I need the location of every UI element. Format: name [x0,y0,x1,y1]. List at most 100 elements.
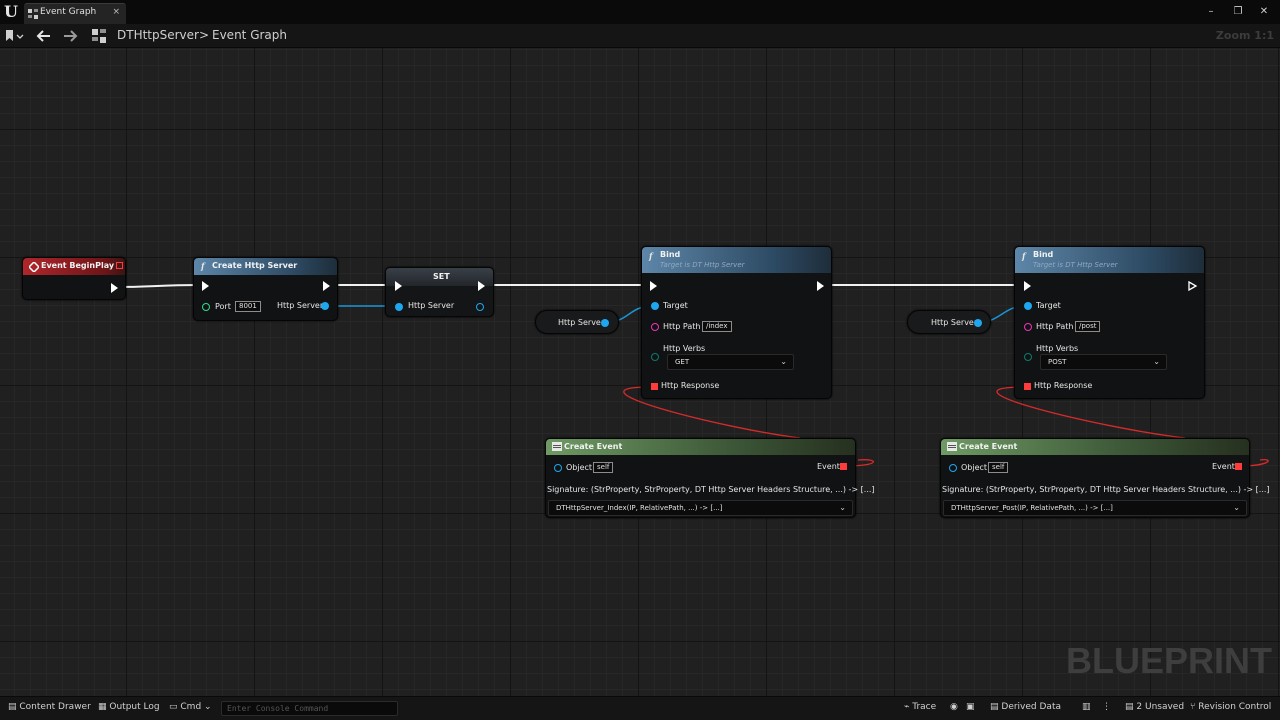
signature-text: Signature: (StrProperty, StrProperty, DT… [942,485,1270,494]
http-path-input-pin[interactable] [651,323,659,331]
graph-canvas[interactable]: Event BeginPlay f Create Http Server Por… [0,48,1280,696]
maximize-button[interactable]: ❐ [1230,4,1246,20]
forward-arrow-icon[interactable] [62,27,78,45]
exec-wire [117,284,201,288]
title-bar: U Event Graph × – ❐ ✕ [0,0,1280,24]
tab-label: Event Graph [40,7,97,17]
object-input-pin[interactable] [949,464,957,472]
cmd-dropdown-button[interactable]: ▭ Cmd ⌄ [169,702,212,712]
object-value-field[interactable]: self [593,462,614,473]
object-input-pin[interactable] [554,464,562,472]
unsaved-button[interactable]: ▤ 2 Unsaved [1125,702,1184,712]
function-select-dropdown[interactable]: DTHttpServer_Post(IP, RelativePath, ...)… [943,500,1247,516]
set-node[interactable]: SET Http Server [385,267,494,317]
function-select-value: DTHttpServer_Post(IP, RelativePath, ...)… [951,504,1113,512]
http-response-input-pin[interactable] [651,383,658,390]
record-icon[interactable]: ◉ [950,702,958,712]
event-output-pin[interactable] [1235,463,1242,470]
content-drawer-button[interactable]: ▤ Content Drawer [8,702,91,712]
http-response-input-pin[interactable] [1024,383,1031,390]
http-verbs-input-pin[interactable] [1024,353,1032,361]
event-beginplay-node[interactable]: Event BeginPlay [22,257,126,300]
back-arrow-icon[interactable] [36,27,52,45]
create-http-server-node[interactable]: f Create Http Server Port 8001 Http Serv… [193,257,338,321]
node-title: Create Http Server [212,261,298,270]
create-event-node[interactable]: Create Event Object self Event Signature… [940,438,1270,518]
more-options-icon[interactable]: ⋮ [1102,702,1111,712]
bind-node[interactable]: f Bind Target is DT Http Server Target H… [641,246,832,399]
variable-output-pin[interactable] [601,319,609,327]
http-server-output-pin[interactable] [321,302,329,310]
http-server-variable-node[interactable]: Http Server [535,310,619,334]
exec-input-pin[interactable] [202,281,209,291]
bookmark-icon [6,30,24,41]
bookmark-menu-button[interactable] [5,27,25,45]
bind-node[interactable]: f Bind Target is DT Http Server Target H… [1014,246,1205,399]
unreal-logo-icon[interactable]: U [4,3,20,21]
breadcrumb-blueprint[interactable]: DTHttpServer [117,28,199,42]
http-verbs-input-pin[interactable] [651,353,659,361]
revision-control-button[interactable]: ⑂ Revision Control [1190,702,1271,712]
event-icon [29,262,39,272]
output-log-button[interactable]: ▦ Output Log [98,702,160,712]
exec-output-pin[interactable] [111,283,118,293]
target-input-pin[interactable] [1024,302,1032,310]
http-verbs-dropdown[interactable]: POST ⌄ [1040,354,1167,370]
tab-event-graph[interactable]: Event Graph × [24,3,126,24]
screenshot-icon[interactable]: ▣ [966,702,975,712]
node-title: Bind [1033,250,1054,259]
http-path-field[interactable]: /post [1075,321,1101,332]
http-server-output-label: Http Server [277,301,324,310]
http-server-variable-node[interactable]: Http Server [907,310,991,334]
revision-control-icon: ⑂ [1190,702,1196,712]
function-select-dropdown[interactable]: DTHttpServer_Index(IP, RelativePath, ...… [548,500,853,516]
http-path-input-pin[interactable] [1024,323,1032,331]
trace-button[interactable]: ⌁ Trace [904,702,936,712]
tab-close-icon[interactable]: × [112,7,120,17]
graph-icon [28,9,38,19]
node-title: SET [433,272,450,281]
chevron-down-icon: ⌄ [204,702,212,712]
derived-data-button[interactable]: ▤ Derived Data [990,702,1061,712]
http-response-label: Http Response [1034,381,1093,390]
http-verbs-dropdown[interactable]: GET ⌄ [667,354,794,370]
variable-output-pin[interactable] [974,319,982,327]
delegate-output-pin[interactable] [116,262,123,269]
trace-icon: ⌁ [904,702,910,712]
content-drawer-label: Content Drawer [19,702,91,712]
chevron-down-icon: ⌄ [1233,503,1240,512]
port-input-pin[interactable] [202,303,210,311]
event-graph-icon [552,442,562,451]
port-value-field[interactable]: 8001 [235,301,261,312]
exec-input-pin[interactable] [395,281,402,291]
http-server-output-pin[interactable] [476,303,484,311]
close-window-button[interactable]: ✕ [1256,4,1272,20]
node-title: Create Event [959,442,1018,451]
object-value-field[interactable]: self [988,462,1009,473]
http-server-input-pin[interactable] [395,303,403,311]
variable-label: Http Server [931,318,978,327]
exec-output-pin[interactable] [817,281,824,291]
target-label: Target [663,301,688,310]
http-path-label: Http Path [663,322,701,331]
event-label: Event [817,462,840,471]
event-output-pin[interactable] [840,463,847,470]
create-event-node[interactable]: Create Event Object self Event Signature… [545,438,875,518]
derived-data-icon: ▤ [990,702,999,712]
console-command-input[interactable]: Enter Console Command [221,701,398,716]
derived-data-label: Derived Data [1001,702,1061,712]
source-control-icon[interactable]: ▥ [1082,702,1091,712]
http-path-field[interactable]: /index [702,321,732,332]
http-verbs-value: GET [675,358,690,366]
object-label: Object [961,463,988,472]
exec-input-pin[interactable] [650,281,657,291]
exec-input-pin[interactable] [1024,281,1031,291]
output-log-icon: ▦ [98,702,107,712]
minimize-button[interactable]: – [1203,4,1219,20]
exec-output-pin[interactable] [478,281,485,291]
status-bar: ▤ Content Drawer ▦ Output Log ▭ Cmd ⌄ En… [0,696,1280,720]
breadcrumb-graph[interactable]: Event Graph [212,28,287,42]
target-input-pin[interactable] [651,302,659,310]
exec-output-pin[interactable] [323,281,330,291]
exec-output-pin[interactable] [1188,281,1198,291]
